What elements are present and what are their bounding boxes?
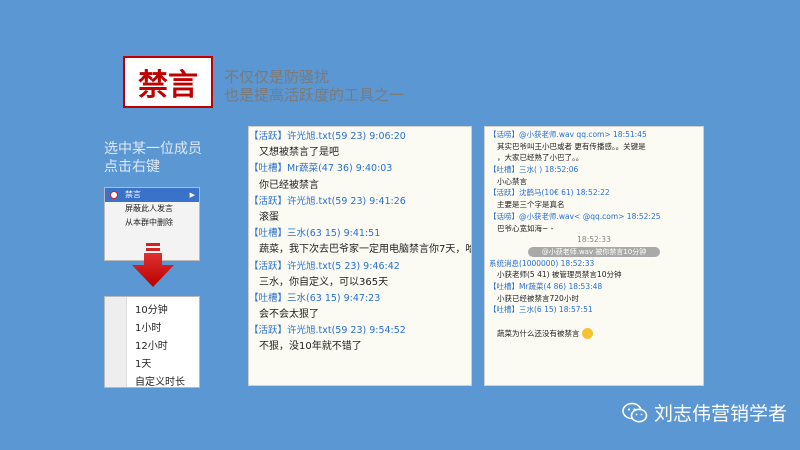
message-body — [485, 316, 703, 328]
message-body: 其实巴爷叫王小巴或者 更有传播感。。关键是 — [497, 141, 646, 151]
message-header: 【话唠】@小获老师.wav< @qq.com> 18:52:25 — [489, 211, 661, 221]
brand: 刘志伟营销学者 — [622, 399, 787, 426]
message-body: 巴爷心宽如海~ - — [497, 223, 554, 233]
mute-notice-pill: @小获老师.wav 被你禁言10分钟 — [527, 246, 661, 257]
message-header: 【吐槽】三水(63 15) 9:41:51 — [249, 228, 381, 240]
message-body: 你已经被禁言 — [259, 179, 319, 191]
wechat-icon — [622, 402, 648, 422]
menu-item-remove[interactable]: 从本群中删除 — [105, 216, 199, 230]
message-body: 不狠，没10年就不错了 — [259, 341, 362, 353]
subtitle-line: 不仅仅是防骚扰 — [224, 68, 330, 86]
chat-log-1: 【活跃】许光旭.txt(59 23) 9:06:20 又想被禁言了是吧【吐槽】Mr… — [248, 126, 472, 386]
page-title: 禁言 — [123, 56, 213, 108]
subtitle: 不仅仅是防骚扰 也是提高活跃度的工具之一 — [224, 68, 404, 104]
menu-item-label: 禁言 — [125, 190, 141, 199]
message-header: 【吐槽】三水(6 15) 18:57:51 — [489, 305, 593, 315]
system-notice: @小获老师.wav 被你禁言10分钟 — [485, 246, 703, 258]
message-body: 三水，你自定义，可以365天 — [259, 276, 389, 288]
duration-12hours[interactable]: 12小时 — [105, 338, 199, 355]
duration-1hour[interactable]: 1小时 — [105, 320, 199, 337]
chevron-right-icon: ▶ — [189, 191, 195, 199]
menu-item-block[interactable]: 屏蔽此人发言 — [105, 202, 199, 216]
timestamp-divider: 18:52:33 — [577, 235, 611, 245]
instruction-line: 选中某一位成员 — [104, 141, 202, 157]
duration-custom[interactable]: 自定义时长 — [105, 374, 199, 391]
message-body: 蔬菜，我下次去巴爷家一定用电脑禁言你7天，哈哈 — [259, 244, 472, 256]
message-body: 滚蛋 — [259, 211, 279, 223]
duration-1day[interactable]: 1天 — [105, 356, 199, 373]
message-body: 小获老师(5 41) 被管理员禁言10分钟 — [497, 270, 622, 280]
message-header: 【吐槽】三水(63 15) 9:47:23 — [249, 292, 381, 304]
message-header: 【活跃】许光旭.txt(5 23) 9:46:42 — [249, 260, 400, 272]
duration-10min[interactable]: 10分钟 — [105, 302, 199, 319]
message-body: 蔬菜为什么还没有被禁言 — [485, 328, 703, 340]
message-header: 系统消息(1000000) 18:52:33 — [489, 258, 595, 268]
instructions: 选中某一位成员 点击右键 — [104, 140, 202, 176]
message-body: 又想被禁言了是吧 — [259, 147, 339, 159]
message-header: 【吐槽】三水( ) 18:52:06 — [489, 165, 579, 175]
brand-name: 刘志伟营销学者 — [654, 403, 788, 425]
message-body: 会不会太狠了 — [259, 309, 319, 321]
message-header: 【话唠】@小获老师.wav qq.com> 18:51:45 — [489, 130, 647, 139]
arrow-down-icon — [132, 243, 174, 287]
message-body: 小心禁言 — [497, 176, 527, 186]
message-body: 主要是三个字是真名 — [497, 200, 565, 210]
subtitle-line: 也是提高活跃度的工具之一 — [224, 86, 405, 104]
message-header: 【活跃】许光旭.txt(59 23) 9:54:52 — [249, 325, 406, 337]
ban-icon — [110, 191, 118, 199]
message-header: 【活跃】沈鹤马(10€ 61) 18:52:22 — [489, 188, 610, 198]
message-header: 【吐槽】Mr蔬菜(47 36) 9:40:03 — [249, 163, 393, 175]
message-body: 小获已经被禁言720小时 — [497, 293, 579, 303]
message-header: 【活跃】许光旭.txt(59 23) 9:06:20 — [249, 131, 406, 142]
emoji-icon — [581, 328, 593, 340]
message-body: ，大家已经熟了小巴了。。 — [497, 153, 584, 163]
message-header: 【活跃】许光旭.txt(59 23) 9:41:26 — [249, 195, 406, 207]
message-text: 蔬菜为什么还没有被禁言 — [497, 328, 580, 338]
instruction-line: 点击右键 — [104, 159, 160, 175]
menu-item-mute[interactable]: 禁言 ▶ — [105, 188, 199, 202]
chat-log-2: 【话唠】@小获老师.wav qq.com> 18:51:45 其实巴爷叫王小巴或者… — [484, 126, 704, 386]
message-header: 【吐槽】Mr蔬菜(4 86) 18:53:48 — [489, 281, 603, 291]
duration-menu: 10分钟 1小时 12小时 1天 自定义时长 — [104, 296, 200, 388]
